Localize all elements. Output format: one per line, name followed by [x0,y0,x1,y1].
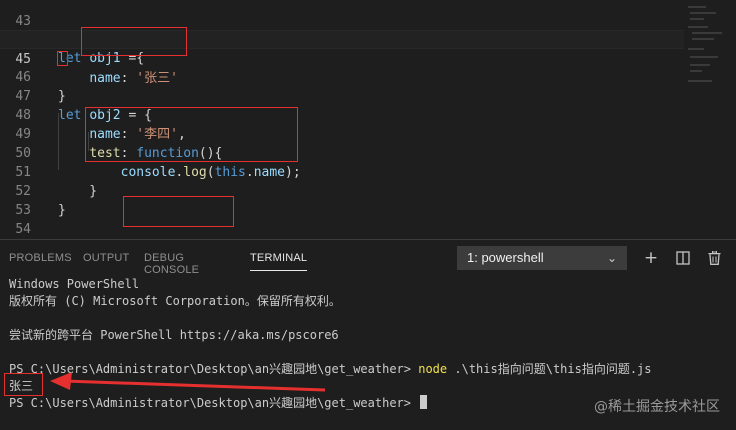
annotation-box-brace [57,51,68,66]
code-line-54: 54 obj2.test.call(obj1); [0,201,700,237]
chevron-down-icon: ⌄ [606,251,617,265]
line-number: 54 [15,222,31,237]
terminal-cursor [420,395,428,409]
split-terminal-icon[interactable] [672,246,694,270]
terminal-select[interactable]: 1: powershell ⌄ [457,246,627,270]
tab-output[interactable]: OUTPUT [83,252,129,264]
minimap[interactable] [684,0,736,130]
tab-debug-console[interactable]: DEBUG CONSOLE [144,252,199,276]
terminal-command-line: PS C:\Users\Administrator\Desktop\an兴趣园地… [9,361,652,378]
terminal-prompt-line: PS C:\Users\Administrator\Desktop\an兴趣园地… [9,395,428,412]
code-editor[interactable]: 43 44 let obj1 ={ 45 name: '张三' 46 } 47 … [0,0,736,239]
terminal-select-value: 1: powershell [467,250,544,265]
terminal-command: node [418,362,448,376]
code-line-52: 52 } [0,163,700,218]
tab-terminal[interactable]: TERMINAL [250,252,308,271]
annotation-box-output [4,373,43,396]
tab-problems[interactable]: PROBLEMS [9,252,72,264]
terminal-line: Windows PowerShell [9,277,140,291]
code-line-47: 47 let obj2 = { [0,68,700,123]
trash-icon[interactable] [703,246,725,270]
annotation-box-test-function [85,107,298,162]
annotation-box-call [123,196,234,227]
watermark: @稀土掘金技术社区 [594,399,720,415]
code-line-48: 48 name: '李四', [0,87,700,142]
terminal-line: 版权所有 (C) Microsoft Corporation。保留所有权利。 [9,294,341,308]
new-terminal-icon[interactable]: + [640,246,662,270]
terminal-prompt: PS C:\Users\Administrator\Desktop\an兴趣园地… [9,362,419,376]
terminal-line: 尝试新的跨平台 PowerShell https://aka.ms/pscore… [9,328,339,342]
terminal-command-args: .\this指向问题\this指向问题.js [447,362,652,376]
annotation-box-name-zhangsan [81,27,187,56]
code-line-53: 53 [0,182,700,218]
terminal-prompt: PS C:\Users\Administrator\Desktop\an兴趣园地… [9,396,419,410]
